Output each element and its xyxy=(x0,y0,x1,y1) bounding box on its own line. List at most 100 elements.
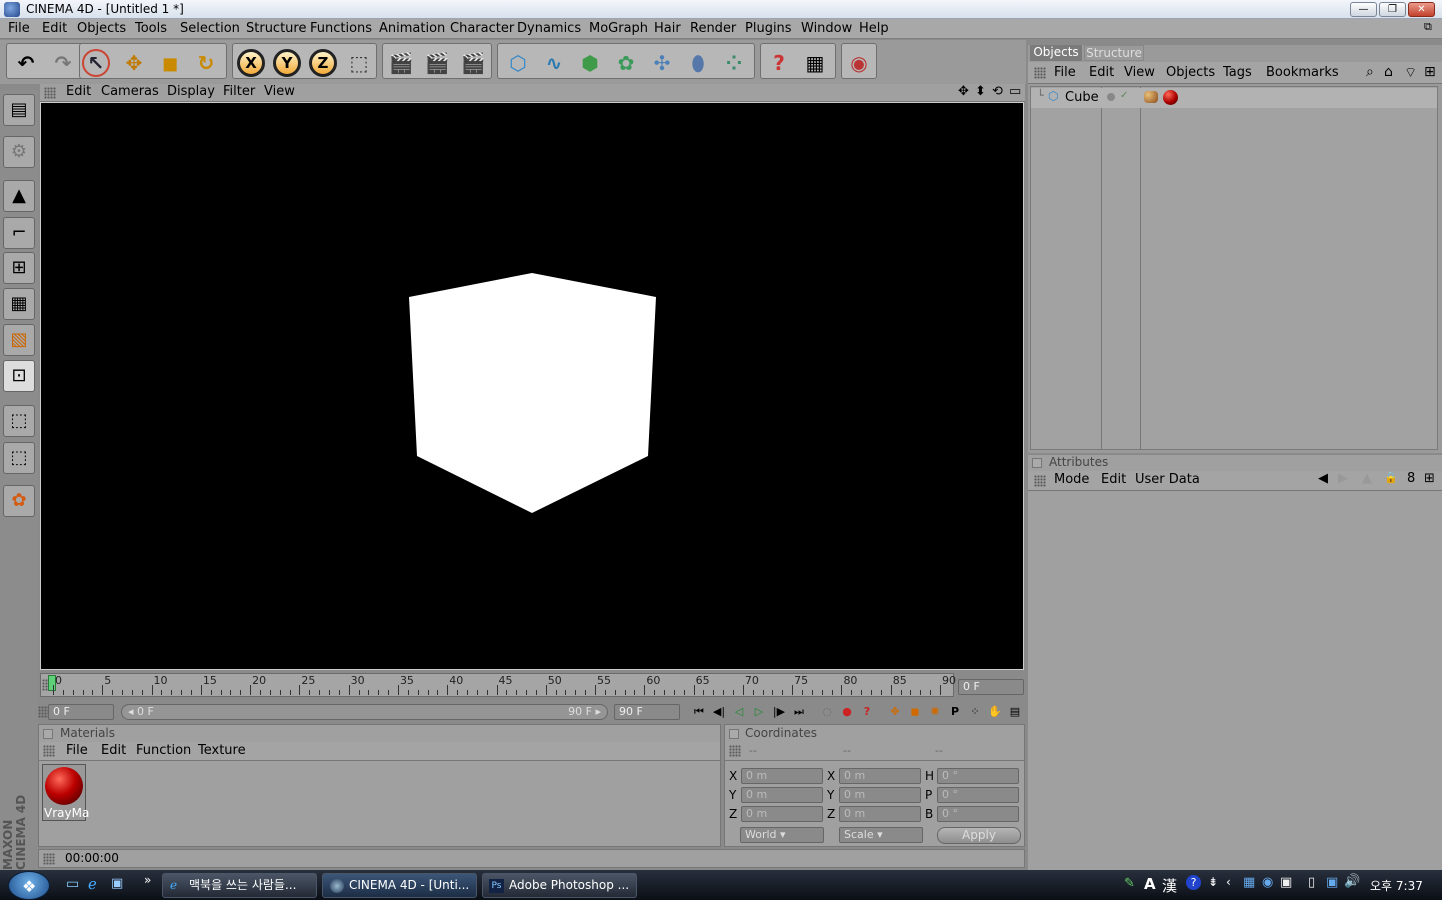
goto-end-icon[interactable]: ⏭ xyxy=(790,703,808,721)
close-button[interactable]: ✕ xyxy=(1408,2,1435,17)
objects-menu-bookmarks[interactable]: Bookmarks xyxy=(1266,65,1339,80)
clock[interactable]: 오후 7:37 xyxy=(1370,877,1423,894)
spline-icon[interactable]: ∿ xyxy=(538,48,570,78)
end-frame-field[interactable]: 90 F xyxy=(614,704,680,720)
ie-icon[interactable]: ℯ xyxy=(88,875,97,893)
key-point-level-icon[interactable]: ⁘ xyxy=(966,703,984,721)
minimize-button[interactable]: — xyxy=(1350,2,1377,17)
undo-icon[interactable]: ↶ xyxy=(10,48,42,78)
play-forward-icon[interactable]: ▷ xyxy=(750,703,768,721)
menu-file[interactable]: File xyxy=(8,21,30,36)
prev-key-icon[interactable]: ◀| xyxy=(710,703,728,721)
hanja-icon[interactable]: 漢 xyxy=(1162,875,1177,896)
viewport-layout-icon[interactable]: ▤ xyxy=(3,94,35,126)
viewport-rotate-icon[interactable]: ⟲ xyxy=(992,84,1003,99)
menu-tools[interactable]: Tools xyxy=(135,21,167,36)
move-tool-icon[interactable]: ✥ xyxy=(118,48,150,78)
coord-value-field[interactable]: 0 ° xyxy=(937,806,1019,822)
switch-windows-icon[interactable]: ▣ xyxy=(111,876,123,891)
menu-help[interactable]: Help xyxy=(859,21,889,36)
tray-power-icon[interactable]: ▯ xyxy=(1308,875,1315,890)
menu-selection[interactable]: Selection xyxy=(180,21,240,36)
link-icon[interactable]: ⌔ xyxy=(1404,64,1417,82)
scale-tool-icon[interactable]: ◼ xyxy=(154,48,186,78)
menu-edit[interactable]: Edit xyxy=(42,21,67,36)
polygons-mode-icon[interactable]: ▧ xyxy=(3,324,35,356)
select-tool-icon[interactable]: ↖ xyxy=(82,49,110,77)
record-disabled-icon[interactable]: ◌ xyxy=(818,703,836,721)
coord-value-field[interactable]: 0 m xyxy=(839,787,921,803)
materials-menu-texture[interactable]: Texture xyxy=(198,743,246,758)
attributes-menu-edit[interactable]: Edit xyxy=(1101,472,1126,487)
ime-options-icon[interactable]: ⇟ xyxy=(1208,875,1218,889)
editor-visibility-dot[interactable] xyxy=(1107,93,1115,101)
tray-app-icon[interactable]: ▣ xyxy=(1280,875,1292,890)
materials-menu-file[interactable]: File xyxy=(66,743,88,758)
ime-mode-icon[interactable]: A xyxy=(1144,875,1156,893)
frame-range-slider[interactable]: ◂ 0 F 90 F ▸ xyxy=(121,704,608,720)
materials-menu-edit[interactable]: Edit xyxy=(101,743,126,758)
menu-dynamics[interactable]: Dynamics xyxy=(517,21,581,36)
volume-icon[interactable]: 🔊 xyxy=(1344,874,1360,889)
tab-objects[interactable]: Objects xyxy=(1030,45,1082,61)
nurbs-icon[interactable]: ⬢ xyxy=(574,48,606,78)
menu-hair[interactable]: Hair xyxy=(654,21,681,36)
coord-value-field[interactable]: 0 m xyxy=(741,806,823,822)
object-mode-icon[interactable]: ▲ xyxy=(3,180,35,212)
tray-network-icon[interactable]: ▣ xyxy=(1326,875,1338,890)
material-tag-icon[interactable] xyxy=(1163,90,1178,105)
next-key-icon[interactable]: |▶ xyxy=(770,703,788,721)
phong-tag-icon[interactable] xyxy=(1144,91,1158,103)
apply-button[interactable]: Apply xyxy=(937,827,1021,844)
menu-functions[interactable]: Functions xyxy=(310,21,372,36)
up-arrow-icon[interactable]: ▲ xyxy=(1362,471,1372,486)
viewport-menu-filter[interactable]: Filter xyxy=(223,84,255,99)
objects-menu-tags[interactable]: Tags xyxy=(1223,65,1252,80)
viewport-menu-display[interactable]: Display xyxy=(167,84,215,99)
array-icon[interactable]: ✿ xyxy=(610,48,642,78)
coord-value-field[interactable]: 0 m xyxy=(741,768,823,784)
points-mode-icon[interactable]: ⊞ xyxy=(3,252,35,284)
cube-render[interactable] xyxy=(409,273,656,513)
particle-icon[interactable]: ⁘ xyxy=(718,48,750,78)
viewport-pan-icon[interactable]: ✥ xyxy=(958,84,969,99)
deformer-icon[interactable]: ✣ xyxy=(646,48,678,78)
key-scale-icon[interactable]: ◼ xyxy=(906,703,924,721)
render-view-icon[interactable]: 🎬 xyxy=(385,48,417,78)
menu-character[interactable]: Character xyxy=(450,21,514,36)
maximize-button[interactable]: ❐ xyxy=(1379,2,1406,17)
panel-toggle-icon[interactable] xyxy=(1032,458,1042,468)
3d-viewport[interactable] xyxy=(40,102,1024,670)
texture-mode-icon[interactable]: ⊡ xyxy=(3,360,35,392)
search-icon[interactable]: ⌕ xyxy=(1366,64,1374,80)
coord-value-field[interactable]: 0 m xyxy=(839,806,921,822)
coordinate-system-icon[interactable]: ⬚ xyxy=(343,48,375,78)
start-button[interactable]: ❖ xyxy=(8,871,50,900)
taskbar-item-cinema4d[interactable]: CINEMA 4D - [Unti... xyxy=(322,873,477,898)
redo-icon[interactable]: ↷ xyxy=(47,48,79,78)
goto-start-icon[interactable]: ⏮ xyxy=(690,703,708,721)
start-frame-field[interactable]: 0 F xyxy=(48,704,114,720)
cinema4d-app-icon[interactable] xyxy=(4,2,20,17)
enable-check-icon[interactable]: ✓ xyxy=(1120,90,1128,101)
model-tool-icon[interactable]: ⚙ xyxy=(3,136,35,168)
object-tree[interactable]: └ ⬡ Cube ✓ xyxy=(1030,86,1438,450)
timeline-window-icon[interactable]: ▤ xyxy=(1006,703,1024,721)
menu-mograph[interactable]: MoGraph xyxy=(589,21,648,36)
ime-help-icon[interactable]: ? xyxy=(1186,875,1201,890)
y-axis-lock-icon[interactable]: Y xyxy=(273,49,301,77)
attributes-menu-mode[interactable]: Mode xyxy=(1054,472,1089,487)
tray-network-icon[interactable]: ◉ xyxy=(1262,875,1273,890)
help-icon[interactable]: ? xyxy=(763,48,795,78)
material-item[interactable]: VrayMa xyxy=(42,764,89,821)
panel-toggle-icon[interactable] xyxy=(43,729,53,739)
z-axis-lock-icon[interactable]: Z xyxy=(309,49,337,77)
back-arrow-icon[interactable]: ◀ xyxy=(1318,471,1328,486)
object-axis-icon[interactable]: ⌐ xyxy=(3,217,35,249)
render-picture-viewer-icon[interactable]: 🎬 xyxy=(421,48,453,78)
key-parameter-icon[interactable]: P xyxy=(946,703,964,721)
key-position-icon[interactable]: ✥ xyxy=(886,703,904,721)
render-settings-icon[interactable]: 🎬 xyxy=(457,48,489,78)
objects-menu-edit[interactable]: Edit xyxy=(1089,65,1114,80)
web-icon[interactable]: ◉ xyxy=(843,48,875,78)
